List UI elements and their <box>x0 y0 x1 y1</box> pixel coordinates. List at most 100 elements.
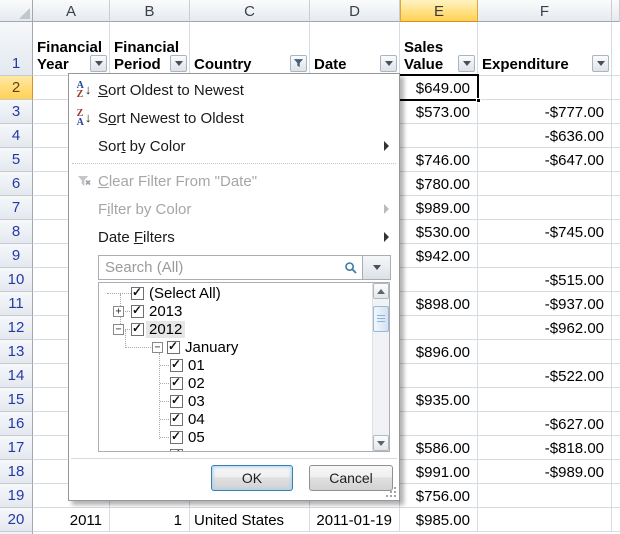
cell-E16[interactable] <box>400 412 478 436</box>
cell-B20[interactable]: 1 <box>110 508 190 532</box>
search-dropdown-button[interactable] <box>362 255 391 280</box>
row-header-11[interactable]: 11 <box>0 292 33 316</box>
filter-value-04[interactable]: ✓04 <box>99 411 372 429</box>
scroll-down-button[interactable] <box>373 435 389 451</box>
row-header-7[interactable]: 7 <box>0 196 33 220</box>
row-header-8[interactable]: 8 <box>0 220 33 244</box>
row-header-13[interactable]: 13 <box>0 340 33 364</box>
cell-E7[interactable]: $989.00 <box>400 196 478 220</box>
header-cell-C[interactable]: Country <box>190 22 310 76</box>
checkbox-checked-icon[interactable]: ✓ <box>131 287 144 300</box>
cell-F5[interactable]: -$647.00 <box>478 148 612 172</box>
column-header-E[interactable]: E <box>400 0 478 22</box>
expand-plus-icon[interactable]: + <box>113 306 124 317</box>
cancel-button[interactable]: Cancel <box>309 465 393 491</box>
row-header-9[interactable]: 9 <box>0 244 33 268</box>
cell-F11[interactable]: -$937.00 <box>478 292 612 316</box>
fill-handle[interactable] <box>476 98 481 103</box>
menu-item-sort-by-color[interactable]: Sort by Color <box>70 132 398 160</box>
filter-value-january[interactable]: −✓January <box>99 339 372 357</box>
cell-E15[interactable]: $935.00 <box>400 388 478 412</box>
cell-F8[interactable]: -$745.00 <box>478 220 612 244</box>
filter-value-partial[interactable]: ✓ <box>99 447 372 452</box>
cell-E12[interactable] <box>400 316 478 340</box>
checkbox-checked-icon[interactable]: ✓ <box>167 341 180 354</box>
row-header-18[interactable]: 18 <box>0 460 33 484</box>
cell-E13[interactable]: $896.00 <box>400 340 478 364</box>
cell-F18[interactable]: -$989.00 <box>478 460 612 484</box>
select-all-corner[interactable] <box>0 0 33 22</box>
checkbox-checked-icon[interactable]: ✓ <box>170 395 183 408</box>
cell-E3[interactable]: $573.00 <box>400 100 478 124</box>
filter-value-2013[interactable]: +✓2013 <box>99 303 372 321</box>
cell-F19[interactable] <box>478 484 612 508</box>
header-cell-B[interactable]: FinancialPeriod <box>110 22 190 76</box>
filter-value-2012[interactable]: −✓2012 <box>99 321 372 339</box>
cell-F20[interactable] <box>478 508 612 532</box>
column-header-F[interactable]: F <box>478 0 612 22</box>
filter-value-01[interactable]: ✓01 <box>99 357 372 375</box>
scrollbar-thumb[interactable] <box>373 306 389 332</box>
row-header-17[interactable]: 17 <box>0 436 33 460</box>
column-header-C[interactable]: C <box>190 0 310 22</box>
cell-E4[interactable] <box>400 124 478 148</box>
column-header-B[interactable]: B <box>110 0 190 22</box>
filter-funnel-button-C[interactable] <box>290 55 307 72</box>
filter-dropdown-button-E[interactable] <box>458 55 475 72</box>
cell-E9[interactable]: $942.00 <box>400 244 478 268</box>
row-header-16[interactable]: 16 <box>0 412 33 436</box>
cell-F7[interactable] <box>478 196 612 220</box>
checkbox-checked-icon[interactable]: ✓ <box>170 449 183 452</box>
row-header-19[interactable]: 19 <box>0 484 33 508</box>
row-header-1[interactable]: 1 <box>0 22 33 76</box>
cell-F6[interactable] <box>478 172 612 196</box>
checkbox-checked-icon[interactable]: ✓ <box>170 359 183 372</box>
cell-F12[interactable]: -$962.00 <box>478 316 612 340</box>
menu-item-sort-newest-to-oldest[interactable]: ZA↓Sort Newest to Oldest <box>70 104 398 132</box>
cell-F16[interactable]: -$627.00 <box>478 412 612 436</box>
cell-F9[interactable] <box>478 244 612 268</box>
checkbox-checked-icon[interactable]: ✓ <box>170 413 183 426</box>
cell-E11[interactable]: $898.00 <box>400 292 478 316</box>
filter-dropdown-button-D[interactable] <box>380 55 397 72</box>
checkbox-checked-icon[interactable]: ✓ <box>170 431 183 444</box>
cell-F13[interactable] <box>478 340 612 364</box>
filter-value-02[interactable]: ✓02 <box>99 375 372 393</box>
column-header-A[interactable]: A <box>33 0 110 22</box>
cell-E8[interactable]: $530.00 <box>400 220 478 244</box>
checkbox-checked-icon[interactable]: ✓ <box>170 377 183 390</box>
cell-F15[interactable] <box>478 388 612 412</box>
collapse-minus-icon[interactable]: − <box>113 324 124 335</box>
resize-grip[interactable] <box>385 486 396 497</box>
checkbox-checked-icon[interactable]: ✓ <box>131 305 144 318</box>
filter-dropdown-button-B[interactable] <box>170 55 187 72</box>
ok-button[interactable]: OK <box>211 465 293 491</box>
search-input[interactable] <box>99 259 342 276</box>
row-header-6[interactable]: 6 <box>0 172 33 196</box>
row-header-12[interactable]: 12 <box>0 316 33 340</box>
menu-item-date-filters[interactable]: Date Filters <box>70 223 398 251</box>
column-header-partial[interactable] <box>612 0 620 22</box>
row-header-20[interactable]: 20 <box>0 508 33 532</box>
cell-E19[interactable]: $756.00 <box>400 484 478 508</box>
cell-E6[interactable]: $780.00 <box>400 172 478 196</box>
filter-dropdown-button-F[interactable] <box>592 55 609 72</box>
collapse-minus-icon[interactable]: − <box>152 342 163 353</box>
cell-D20[interactable]: 2011-01-19 <box>310 508 400 532</box>
cell-E14[interactable] <box>400 364 478 388</box>
filter-value-05[interactable]: ✓05 <box>99 429 372 447</box>
row-header-5[interactable]: 5 <box>0 148 33 172</box>
scrollbar[interactable] <box>372 283 389 451</box>
cell-E5[interactable]: $746.00 <box>400 148 478 172</box>
header-cell-F[interactable]: Expenditure <box>478 22 612 76</box>
cell-F2[interactable] <box>478 76 612 100</box>
row-header-2[interactable]: 2 <box>0 76 33 100</box>
cell-E10[interactable] <box>400 268 478 292</box>
header-cell-A[interactable]: FinancialYear <box>33 22 110 76</box>
menu-item-sort-oldest-to-newest[interactable]: AZ↓Sort Oldest to Newest <box>70 76 398 104</box>
filter-value-select-all[interactable]: ✓(Select All) <box>99 285 372 303</box>
cell-C20[interactable]: United States <box>190 508 310 532</box>
cell-F10[interactable]: -$515.00 <box>478 268 612 292</box>
header-cell-E[interactable]: SalesValue <box>400 22 478 76</box>
cell-A20[interactable]: 2011 <box>33 508 110 532</box>
